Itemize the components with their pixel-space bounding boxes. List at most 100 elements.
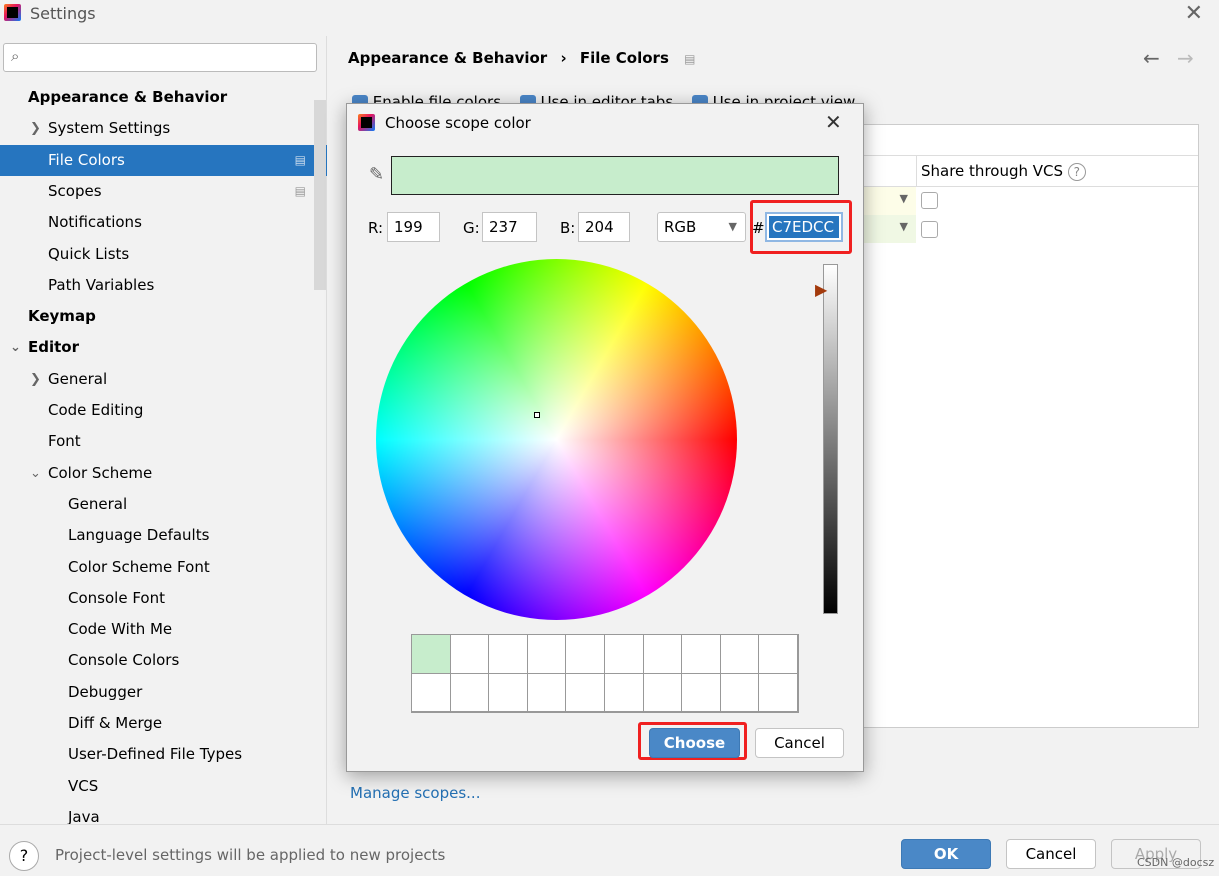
project-settings-icon: ▤ (294, 183, 306, 198)
sidebar-item-label: Color Scheme (48, 463, 153, 482)
sidebar-item[interactable]: VCS (0, 771, 327, 802)
sidebar-item[interactable]: Scopes ▤ (0, 176, 327, 207)
recent-color-swatch[interactable] (604, 673, 644, 712)
breadcrumb-item[interactable]: Appearance & Behavior (348, 49, 547, 67)
breadcrumb-separator: › (560, 49, 567, 67)
dialog-cancel-button[interactable]: Cancel (755, 728, 844, 758)
recent-color-swatch[interactable] (759, 673, 798, 712)
sidebar-item[interactable]: Font (0, 426, 327, 457)
window-title: Settings (30, 4, 96, 23)
sidebar-item[interactable]: File Colors ▤ (0, 144, 327, 176)
recent-color-swatch[interactable] (527, 635, 567, 674)
share-checkbox[interactable] (921, 192, 938, 209)
recent-color-swatch[interactable] (412, 635, 451, 674)
sidebar-item[interactable]: Keymap (0, 301, 327, 332)
sidebar-item[interactable]: Notifications (0, 207, 327, 238)
color-wheel[interactable] (376, 259, 737, 620)
sidebar-item-label: User-Defined File Types (68, 745, 243, 764)
recent-color-swatch[interactable] (604, 635, 644, 674)
help-icon[interactable]: ? (1067, 163, 1086, 181)
recent-color-swatch[interactable] (682, 673, 721, 712)
g-label: G: (463, 219, 480, 237)
recent-color-swatch[interactable] (566, 673, 605, 712)
chevron-down-icon[interactable]: ⌄ (10, 332, 21, 363)
breadcrumb-item: File Colors (579, 49, 669, 67)
sidebar-item[interactable]: Quick Lists (0, 239, 327, 270)
share-checkbox[interactable] (921, 221, 938, 238)
recent-color-swatch[interactable] (643, 673, 683, 712)
choose-button[interactable]: Choose (649, 728, 740, 758)
sidebar-item-label: Color Scheme Font (68, 557, 210, 576)
brightness-handle[interactable]: ▶ (815, 280, 827, 299)
sidebar-item[interactable]: Diff & Merge (0, 708, 327, 739)
sidebar-item[interactable]: Language Defaults (0, 520, 327, 551)
sidebar-item[interactable]: Console Colors (0, 645, 327, 676)
chevron-down-icon[interactable]: ⌄ (30, 458, 41, 489)
recent-colors-grid (411, 634, 799, 713)
r-label: R: (368, 219, 384, 237)
sidebar-item-label: Console Font (68, 588, 165, 607)
dropdown-arrow-icon: ▼ (899, 220, 908, 233)
recent-color-swatch[interactable] (489, 635, 528, 674)
recent-color-swatch[interactable] (720, 635, 760, 674)
title-bar (0, 0, 1219, 28)
dialog-close-button[interactable]: ✕ (825, 110, 842, 134)
color-picker-cursor[interactable] (534, 412, 540, 418)
sidebar-item[interactable]: ❯ System Settings (0, 113, 327, 144)
close-window-button[interactable]: ✕ (1185, 1, 1203, 26)
brightness-slider[interactable] (823, 264, 838, 614)
sidebar-item-label: Notifications (48, 213, 142, 232)
sidebar-item[interactable]: ❯ General (0, 364, 327, 395)
eyedropper-icon[interactable]: ✎ (369, 164, 384, 185)
sidebar-item[interactable]: Code Editing (0, 395, 327, 426)
settings-search-input[interactable]: ⌕ (3, 43, 317, 72)
sidebar-item-label: Editor (28, 338, 79, 357)
project-settings-icon: ▤ (294, 152, 306, 167)
breadcrumb: Appearance & Behavior › File Colors ▤ (348, 49, 695, 67)
recent-color-swatch[interactable] (412, 673, 451, 712)
sidebar-scrollbar[interactable] (314, 100, 326, 290)
recent-color-swatch[interactable] (682, 635, 721, 674)
sidebar-item-label: Diff & Merge (68, 714, 163, 732)
sidebar-item[interactable]: User-Defined File Types (0, 739, 327, 770)
sidebar-item-label: Code Editing (48, 401, 144, 419)
color-mode-select[interactable]: RGB ▼ (657, 212, 746, 242)
sidebar-item[interactable]: Appearance & Behavior (0, 82, 327, 113)
chevron-right-icon[interactable]: ❯ (30, 364, 41, 395)
sidebar-item[interactable]: Path Variables (0, 270, 327, 301)
footer-note: Project-level settings will be applied t… (55, 846, 446, 864)
help-button[interactable]: ? (9, 841, 39, 871)
manage-scopes-link[interactable]: Manage scopes... (350, 784, 480, 802)
red-input[interactable]: 199 (387, 212, 440, 242)
cancel-button[interactable]: Cancel (1006, 839, 1096, 869)
ok-button[interactable]: OK (901, 839, 991, 869)
sidebar-item[interactable]: Console Font (0, 583, 327, 614)
recent-color-swatch[interactable] (759, 635, 798, 674)
recent-color-swatch[interactable] (720, 673, 760, 712)
dialog-logo-icon (358, 114, 375, 131)
back-button[interactable]: ← (1143, 46, 1160, 70)
recent-color-swatch[interactable] (527, 673, 567, 712)
recent-color-swatch[interactable] (450, 635, 490, 674)
sidebar-item[interactable]: Code With Me (0, 614, 327, 645)
sidebar-item-label: File Colors (48, 150, 125, 169)
sidebar-item-label: General (68, 494, 128, 513)
recent-color-swatch[interactable] (450, 673, 490, 712)
green-input[interactable]: 237 (482, 212, 537, 242)
forward-button[interactable]: → (1177, 46, 1194, 70)
sidebar-item[interactable]: ⌄ Editor (0, 332, 327, 363)
blue-input[interactable]: 204 (578, 212, 630, 242)
recent-color-swatch[interactable] (643, 635, 683, 674)
sidebar-item-label: Console Colors (68, 651, 180, 670)
sidebar-item-label: Language Defaults (68, 526, 210, 545)
sidebar-item[interactable]: ⌄ Color Scheme (0, 458, 327, 489)
sidebar-item[interactable]: General (0, 489, 327, 520)
chevron-right-icon[interactable]: ❯ (30, 113, 41, 144)
recent-color-swatch[interactable] (566, 635, 605, 674)
sidebar-item[interactable]: Debugger (0, 677, 327, 708)
hex-input[interactable]: C7EDCC (765, 212, 843, 242)
sidebar-item-label: VCS (68, 776, 99, 795)
sidebar-item-label: General (48, 369, 108, 388)
recent-color-swatch[interactable] (489, 673, 528, 712)
sidebar-item[interactable]: Color Scheme Font (0, 552, 327, 583)
